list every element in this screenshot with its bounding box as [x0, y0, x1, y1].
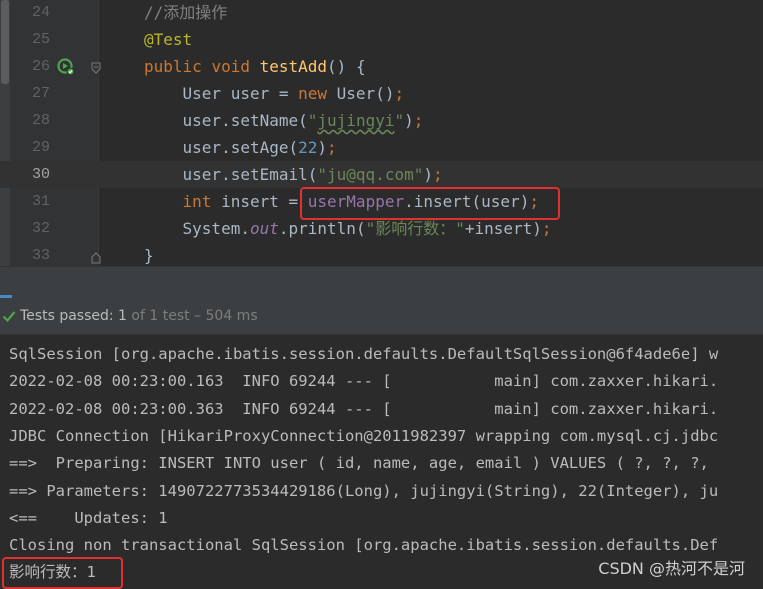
line-number: 32 — [31, 220, 50, 237]
csdn-watermark: CSDN @热河不是河 — [598, 559, 745, 578]
console-line: SqlSession [org.apache.ibatis.session.de… — [9, 345, 719, 363]
fold-icon[interactable] — [90, 252, 102, 264]
code-token: "影响行数：" — [365, 219, 465, 238]
code-token: User user = — [144, 84, 299, 103]
code-token: "ju@qq.com" — [317, 165, 424, 184]
check-icon — [2, 311, 16, 323]
code-token: testAdd — [259, 57, 328, 76]
code-token: ) — [404, 111, 414, 130]
line-number: 28 — [31, 112, 50, 129]
code-token: public — [144, 57, 212, 76]
line-number: 25 — [31, 31, 50, 48]
console-line: ==> Parameters: 1490722773534429186(Long… — [9, 481, 719, 500]
code-line[interactable]: 33} — [0, 242, 763, 266]
code-text[interactable]: @Test — [144, 26, 192, 53]
test-status-bar: Tests passed: 1 of 1 test – 504 ms — [0, 299, 763, 335]
code-text[interactable]: public void testAdd() { — [144, 53, 366, 80]
code-text[interactable]: user.setEmail("ju@qq.com"); — [144, 161, 443, 188]
code-editor[interactable]: 24 //添加操作 25 @Test 26 public void testAdd() {… — [0, 0, 763, 266]
code-token: User() — [336, 84, 395, 103]
console-line: 2022-02-08 00:23:00.163 INFO 69244 --- [… — [9, 372, 719, 391]
code-token: " — [307, 111, 318, 130]
console-output[interactable]: SqlSession [org.apache.ibatis.session.de… — [0, 335, 763, 589]
line-number: 29 — [31, 139, 50, 156]
console-line: JDBC Connection [HikariProxyConnection@2… — [9, 426, 719, 445]
code-token: System. — [144, 219, 250, 238]
code-token: user.setName( — [144, 111, 308, 130]
code-token: jujingyi — [317, 111, 395, 130]
highlight-result — [2, 557, 123, 589]
code-token: ; — [394, 84, 405, 103]
code-token: void — [211, 57, 260, 76]
ide-window: 24 //添加操作 25 @Test 26 public void testAdd() {… — [0, 0, 763, 589]
code-text[interactable]: } — [144, 242, 154, 266]
code-line[interactable]: 25 @Test — [0, 26, 763, 53]
code-token: int — [182, 192, 222, 211]
splitter-handle[interactable] — [0, 295, 12, 298]
code-token: insert = — [221, 192, 308, 211]
code-token: .println( — [278, 219, 366, 238]
code-line[interactable]: 24 //添加操作 — [0, 0, 763, 26]
code-line[interactable]: 29 user.setAge(22); — [0, 134, 763, 161]
code-text[interactable]: user.setName("jujingyi"); — [144, 107, 424, 134]
code-token: +insert) — [464, 219, 542, 238]
line-number: 26 — [31, 58, 50, 75]
code-token: //添加操作 — [144, 3, 228, 22]
tests-passed-count: 1 — [118, 308, 127, 324]
console-line: 2022-02-08 00:23:00.363 INFO 69244 --- [… — [9, 399, 719, 418]
code-token: ; — [413, 111, 424, 130]
line-number: 33 — [31, 247, 50, 264]
code-token: ; — [433, 165, 443, 184]
code-line[interactable]: 26 public void testAdd() { — [0, 53, 763, 80]
code-token: user.setAge( — [144, 138, 299, 157]
line-number: 30 — [31, 166, 50, 183]
tests-passed-detail: of 1 test – 504 ms — [131, 308, 258, 324]
highlight-insert-call — [300, 187, 560, 220]
code-token: } — [144, 246, 154, 265]
code-text[interactable]: //添加操作 — [144, 0, 227, 26]
line-number: 27 — [31, 85, 50, 102]
code-line[interactable]: 30 user.setEmail("ju@qq.com"); — [0, 161, 763, 188]
code-token: ) — [317, 138, 328, 157]
console-line: <== Updates: 1 — [9, 508, 168, 527]
code-token: ) — [423, 165, 433, 184]
console-line: ==> Preparing: INSERT INTO user ( id, na… — [9, 454, 719, 473]
line-number: 31 — [31, 193, 50, 210]
code-token: 22 — [298, 138, 318, 157]
code-line[interactable]: 27 User user = new User(); — [0, 80, 763, 107]
code-token: new — [298, 84, 337, 103]
panel-splitter[interactable] — [0, 266, 763, 299]
code-text[interactable]: user.setAge(22); — [144, 134, 337, 161]
code-token: user.setEmail( — [144, 165, 318, 184]
run-test-icon[interactable] — [57, 58, 75, 76]
fold-icon[interactable] — [90, 62, 102, 74]
code-token: ; — [327, 138, 337, 157]
code-token: ; — [541, 219, 552, 238]
code-token: out — [249, 219, 279, 238]
code-token: () { — [327, 57, 366, 76]
code-token: " — [394, 111, 405, 130]
line-number: 24 — [31, 4, 50, 21]
tests-passed-label: Tests passed: — [20, 308, 114, 324]
code-line[interactable]: 28 user.setName("jujingyi"); — [0, 107, 763, 134]
code-text[interactable]: User user = new User(); — [144, 80, 405, 107]
code-token: @Test — [144, 30, 193, 49]
tests-passed-text: Tests passed: 1 of 1 test – 504 ms — [20, 299, 258, 334]
